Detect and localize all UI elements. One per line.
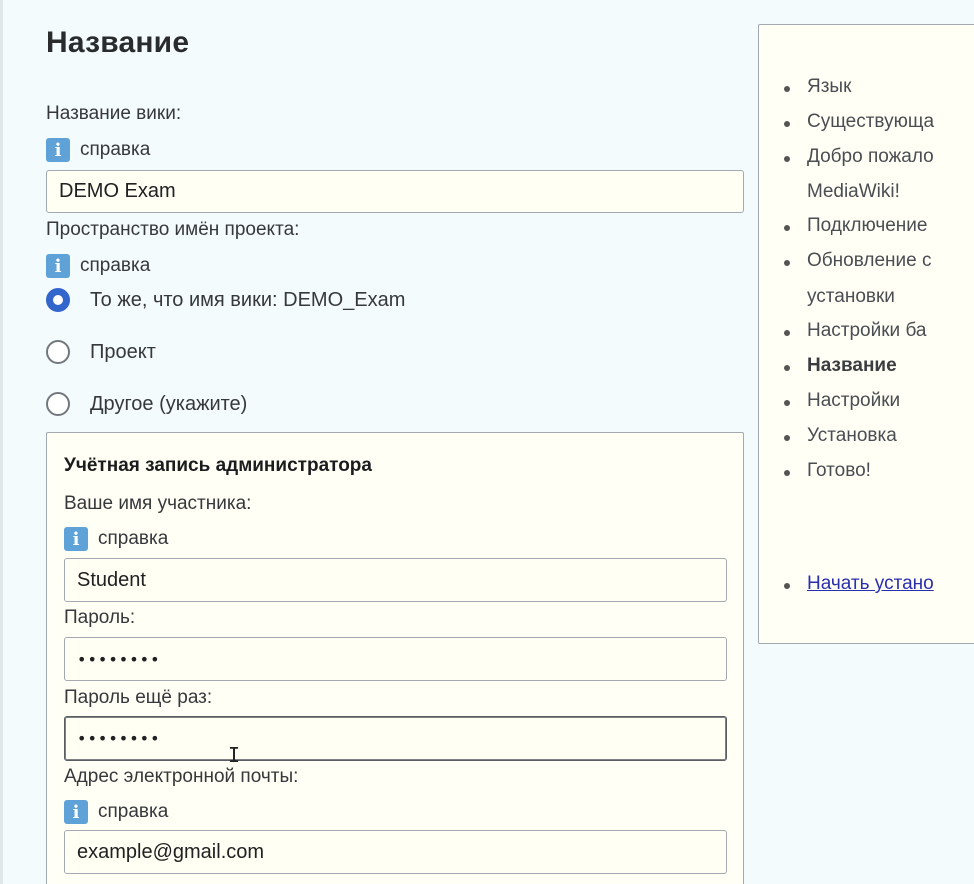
wiki-name-value: DEMO Exam <box>59 180 176 202</box>
radio-label: Проект <box>90 340 156 363</box>
info-icon: i <box>46 254 70 278</box>
namespace-help[interactable]: i справка <box>46 254 150 278</box>
username-input[interactable]: Student <box>64 558 727 602</box>
admin-account-legend: Учётная запись администратора <box>64 455 372 476</box>
username-label: Ваше имя участника: <box>64 493 252 514</box>
email-input[interactable]: example@gmail.com <box>64 830 727 874</box>
namespace-label: Пространство имён проекта: <box>46 219 300 240</box>
help-link-label: справка <box>80 139 151 160</box>
installer-page: Название Название вики: i справка DEMO E… <box>0 0 974 884</box>
password-confirm-value: •••••••• <box>77 729 161 748</box>
password-value: •••••••• <box>77 649 161 669</box>
namespace-option-project[interactable]: Проект <box>46 340 156 364</box>
radio-label: Другое (укажите) <box>90 392 248 415</box>
password-input[interactable]: •••••••• <box>64 637 727 681</box>
step-welcome-cont: MediaWiki! <box>807 181 900 202</box>
page-title: Название <box>46 26 190 59</box>
step-options: Настройки <box>783 390 901 411</box>
help-link-label: справка <box>80 255 151 276</box>
steps-sidebar: Язык Существующа Добро пожало MediaWiki!… <box>758 24 974 644</box>
step-upgrade-cont: установки <box>807 286 895 307</box>
wiki-name-input[interactable]: DEMO Exam <box>46 170 744 213</box>
step-welcome: Добро пожало <box>784 146 934 167</box>
step-existing-wiki: Существующа <box>783 111 935 132</box>
email-value: example@gmail.com <box>77 840 265 863</box>
text-cursor-icon: I <box>228 743 241 767</box>
radio-button[interactable] <box>46 340 70 364</box>
namespace-option-other[interactable]: Другое (укажите) <box>46 392 247 416</box>
radio-label: То же, что имя вики: DEMO_Exam <box>90 288 406 311</box>
step-complete: Готово! <box>784 460 871 481</box>
help-link-label: справка <box>98 801 169 822</box>
step-db-settings: Настройки ба <box>783 320 927 341</box>
email-help[interactable]: i справка <box>64 800 168 824</box>
left-border <box>0 0 3 884</box>
password-confirm-input[interactable]: •••••••• <box>64 716 727 761</box>
password-confirm-label: Пароль ещё раз: <box>64 687 213 708</box>
restart-install-link[interactable]: Начать устано <box>807 573 934 594</box>
wiki-name-help[interactable]: i справка <box>46 138 150 162</box>
password-label: Пароль: <box>64 607 136 628</box>
info-icon: i <box>64 800 88 824</box>
step-language: Язык <box>783 76 852 97</box>
help-link-label: справка <box>98 528 169 549</box>
username-value: Student <box>77 568 146 591</box>
namespace-option-same[interactable]: То же, что имя вики: DEMO_Exam <box>46 288 405 312</box>
wiki-name-label: Название вики: <box>46 103 182 124</box>
radio-button[interactable] <box>46 392 70 416</box>
info-icon: i <box>64 527 88 551</box>
step-name-current: Название <box>784 355 897 376</box>
restart-install-item: Начать устано <box>784 573 934 595</box>
step-db-connect: Подключение <box>783 215 928 236</box>
step-install: Установка <box>784 425 897 446</box>
email-label: Адрес электронной почты: <box>64 766 299 787</box>
step-upgrade: Обновление с <box>783 250 932 271</box>
radio-button-checked[interactable] <box>46 288 70 312</box>
info-icon: i <box>46 138 70 162</box>
admin-account-fieldset: Учётная запись администратора Ваше имя у… <box>46 432 744 884</box>
username-help[interactable]: i справка <box>64 527 168 551</box>
